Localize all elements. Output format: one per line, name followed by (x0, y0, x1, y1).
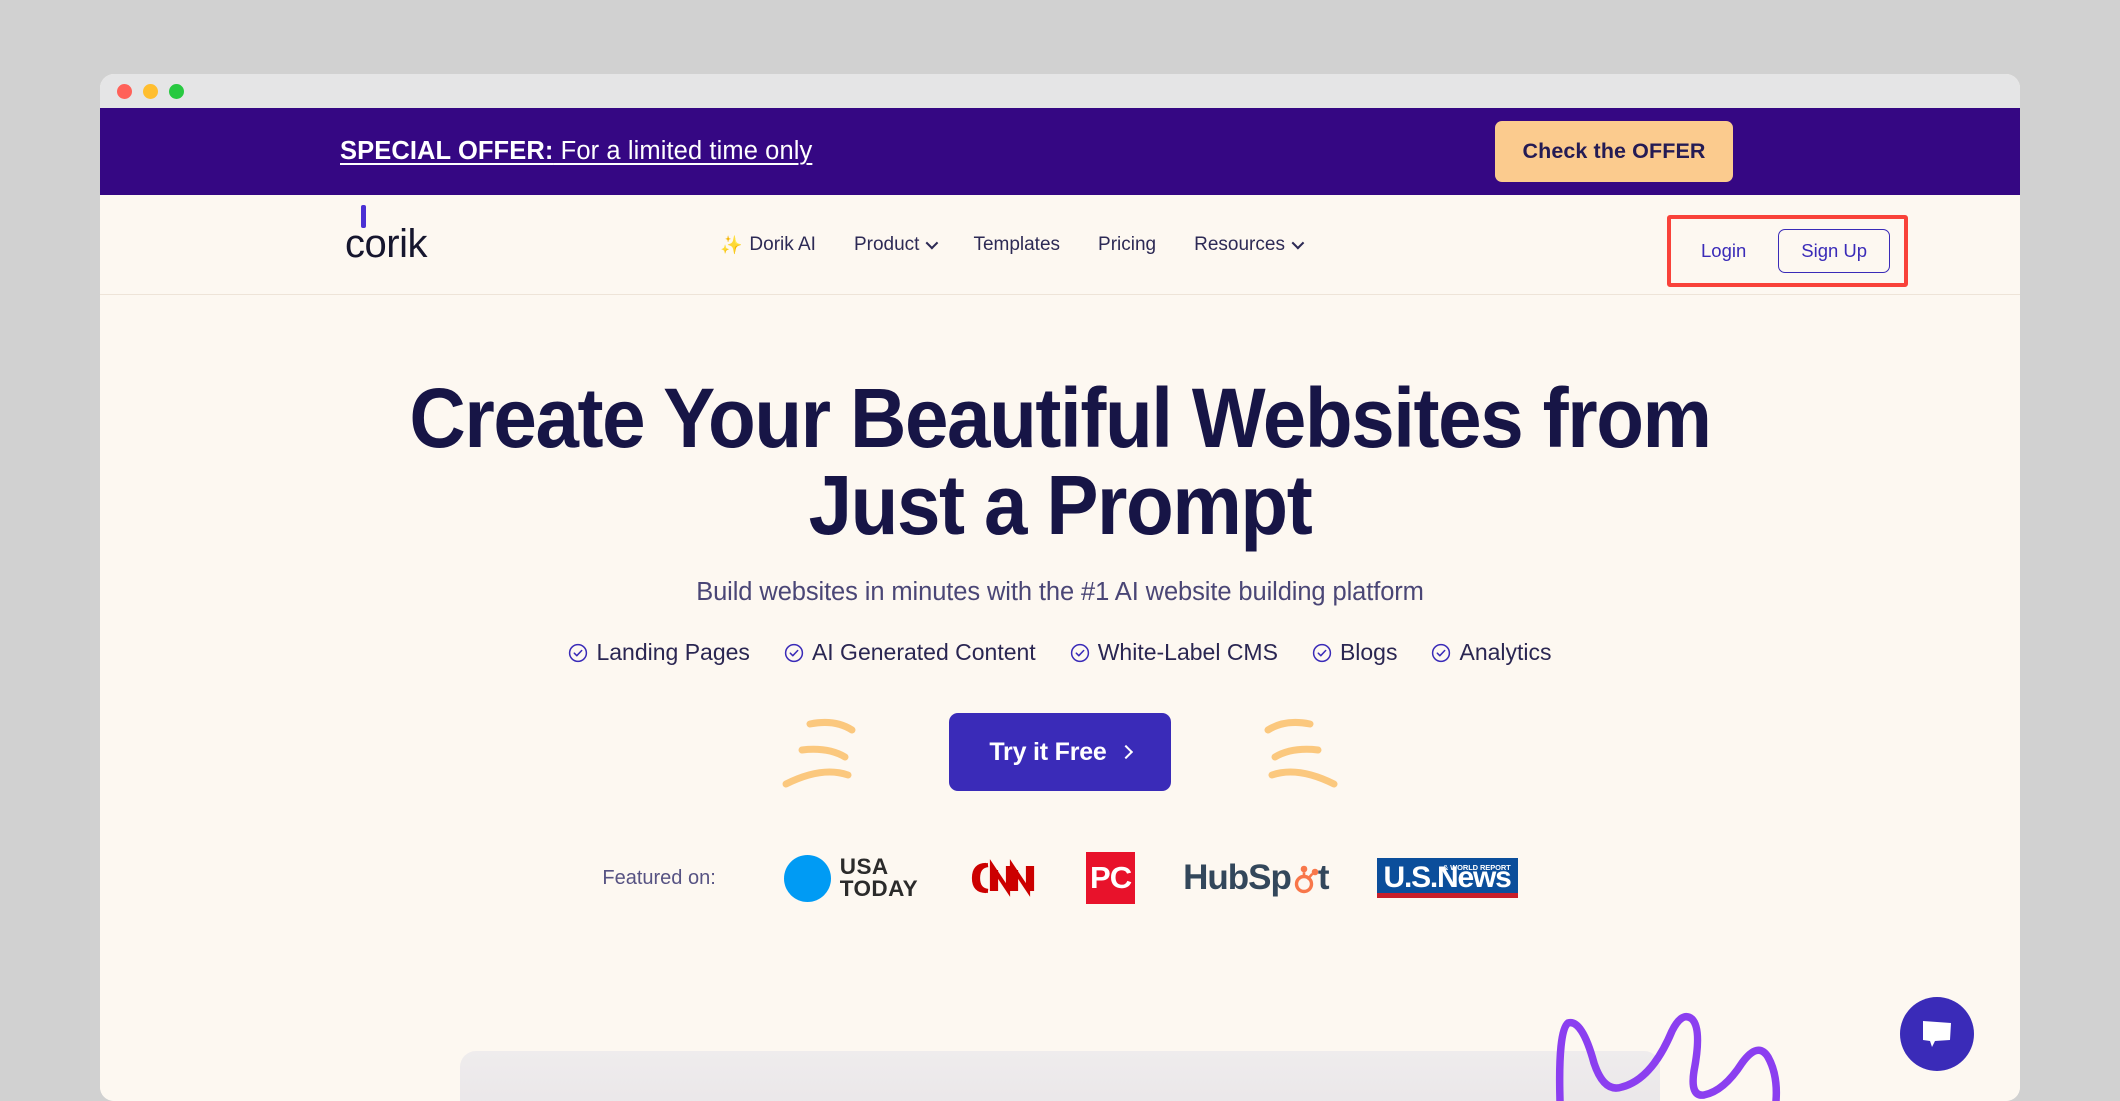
hero-section: Create Your Beautiful Websites from Just… (100, 295, 2020, 1101)
feature-item-blogs: Blogs (1312, 639, 1398, 666)
check-the-offer-button[interactable]: Check the OFFER (1495, 121, 1733, 182)
chat-bubble-icon (1923, 1021, 1951, 1047)
brand-logo-pc: PC (1086, 852, 1136, 905)
site-navbar: c orik ✨ Dorik AI Product Templates Prici… (100, 195, 2020, 295)
decorative-strokes-left-icon (782, 719, 856, 788)
brand-logo-hubspot: HubSp t (1183, 858, 1330, 898)
nav-item-label: Pricing (1098, 233, 1157, 255)
minimize-window-dot[interactable] (143, 83, 158, 99)
nav-item-product[interactable]: Product (853, 233, 939, 256)
feature-item-white-label-cms: White-Label CMS (1070, 639, 1278, 666)
usa-today-line2: TODAY (839, 876, 919, 902)
nav-item-resources[interactable]: Resources (1194, 233, 1305, 256)
logo-rest: orik (364, 222, 428, 266)
feature-label: White-Label CMS (1097, 639, 1278, 666)
nav-item-label: Templates (973, 233, 1061, 255)
brand-logo-usa-today: USA TODAY (783, 854, 919, 902)
nav-item-pricing[interactable]: Pricing (1098, 234, 1156, 256)
logo-d-letter: c (345, 205, 366, 267)
cta-row: Try it Free (780, 696, 1340, 808)
check-circle-icon (1432, 643, 1451, 662)
nav-item-templates[interactable]: Templates (973, 234, 1060, 256)
chevron-right-icon (1118, 744, 1133, 760)
feature-label: Analytics (1459, 639, 1552, 666)
chevron-down-icon (1291, 236, 1305, 250)
auth-actions-highlight: Login Sign Up (1667, 215, 1909, 287)
try-it-free-button[interactable]: Try it Free (949, 713, 1171, 792)
page-title: Create Your Beautiful Websites from Just… (409, 371, 1712, 552)
hubspot-part1: HubSp (1183, 858, 1292, 898)
feature-list: Landing Pages AI Generated Content White… (100, 639, 2020, 666)
hubspot-part2: t (1317, 858, 1330, 898)
nav-item-label: Resources (1194, 233, 1285, 255)
chevron-down-icon (925, 236, 939, 250)
nav-item-dorik-ai[interactable]: ✨ Dorik AI (720, 234, 816, 256)
usa-today-wordmark: USA TODAY (839, 855, 919, 902)
sign-up-button[interactable]: Sign Up (1778, 229, 1891, 273)
feature-label: AI Generated Content (811, 639, 1036, 666)
maximize-window-dot[interactable] (169, 83, 184, 99)
featured-on-label: Featured on: (602, 866, 716, 889)
hero-subtitle: Build websites in minutes with the #1 AI… (696, 578, 1424, 607)
us-news-subtitle: & WORLD REPORT (1442, 862, 1511, 872)
brand-logo-cnn (971, 859, 1035, 897)
login-link[interactable]: Login (1685, 234, 1762, 268)
check-circle-icon (1070, 643, 1089, 662)
featured-on-row: Featured on: USA TODAY PC HubSp t U.S.Ne… (100, 852, 2020, 905)
sparkles-icon: ✨ (720, 234, 743, 255)
preview-card-peek (460, 1051, 1660, 1101)
feature-item-analytics: Analytics (1431, 639, 1552, 666)
brand-logo-us-news: U.S.News & WORLD REPORT (1376, 857, 1518, 899)
check-circle-icon (569, 643, 588, 662)
promo-banner: SPECIAL OFFER: For a limited time only C… (100, 108, 2020, 195)
decorative-strokes-right-icon (1264, 719, 1338, 788)
check-circle-icon (784, 643, 804, 662)
check-circle-icon (1312, 643, 1332, 662)
feature-item-ai-generated-content: AI Generated Content (784, 639, 1036, 666)
promo-banner-text[interactable]: SPECIAL OFFER: For a limited time only (340, 137, 812, 166)
feature-item-landing-pages: Landing Pages (568, 639, 750, 666)
promo-light-text: For a limited time only (553, 137, 813, 165)
try-it-free-label: Try it Free (989, 737, 1107, 766)
close-window-dot[interactable] (117, 83, 132, 99)
usa-today-circle-icon (783, 854, 831, 902)
dorik-logo[interactable]: c orik (345, 205, 428, 267)
logo-accent-bar (360, 205, 366, 228)
nav-item-label: Dorik AI (749, 233, 816, 255)
decorative-squiggle-icon (1555, 1013, 1781, 1101)
browser-window: SPECIAL OFFER: For a limited time only C… (100, 74, 2020, 1101)
promo-strong-text: SPECIAL OFFER: (340, 137, 554, 165)
pc-wordmark: PC (1090, 860, 1132, 896)
feature-label: Landing Pages (596, 639, 750, 666)
feature-label: Blogs (1339, 639, 1398, 666)
chat-widget-button[interactable] (1900, 997, 1974, 1071)
nav-item-label: Product (853, 233, 920, 255)
window-titlebar (100, 74, 2020, 108)
hubspot-sprocket-icon (1294, 865, 1319, 894)
navbar-links: ✨ Dorik AI Product Templates Pricing Res… (720, 233, 1305, 256)
